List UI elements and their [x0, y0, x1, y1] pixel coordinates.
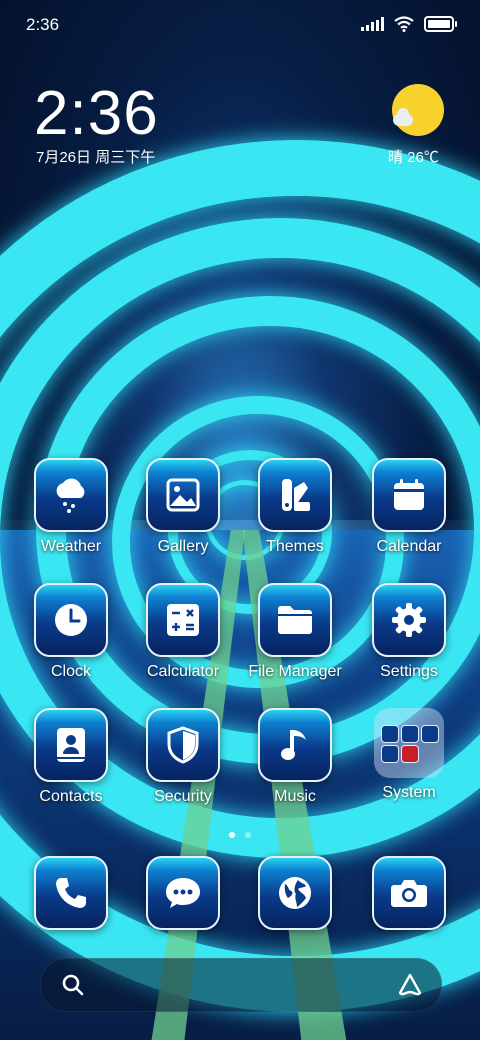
themes-brush-icon — [258, 458, 332, 532]
app-label: Themes — [266, 538, 324, 555]
gear-icon — [372, 583, 446, 657]
image-icon — [146, 458, 220, 532]
app-label: Clock — [50, 663, 91, 680]
dock-camera[interactable] — [354, 856, 464, 930]
folder-app-icon — [401, 725, 419, 743]
app-label: Contacts — [39, 788, 103, 805]
assistant-icon[interactable] — [397, 972, 423, 998]
search-icon[interactable] — [61, 973, 85, 997]
app-contacts[interactable]: Contacts — [16, 708, 126, 806]
folder-grid-icon — [374, 708, 444, 778]
dock-browser[interactable] — [240, 856, 350, 930]
app-label: System — [382, 784, 436, 801]
app-settings[interactable]: Settings — [354, 583, 464, 681]
app-label: Settings — [380, 663, 438, 680]
app-label: Music — [274, 788, 316, 805]
dock-messages[interactable] — [128, 856, 238, 930]
app-label: Calendar — [376, 538, 442, 555]
page-dot — [245, 832, 251, 838]
search-bar[interactable] — [40, 958, 442, 1012]
clock-icon — [34, 583, 108, 657]
folder-app-icon — [421, 725, 439, 743]
app-calendar[interactable]: Calendar — [354, 458, 464, 556]
page-indicator[interactable] — [0, 832, 480, 838]
calculator-icon — [146, 583, 220, 657]
phone-icon — [34, 856, 108, 930]
widget-clock[interactable]: 2:36 — [34, 78, 159, 149]
page-dot-active — [229, 832, 235, 838]
status-bar: 2:36 — [0, 0, 480, 50]
app-label: File Manager — [248, 663, 342, 680]
signal-icon — [361, 17, 384, 31]
dock-phone[interactable] — [16, 856, 126, 930]
shield-icon — [146, 708, 220, 782]
contacts-book-icon — [34, 708, 108, 782]
app-label: Gallery — [157, 538, 209, 555]
widget-weather: 晴 26℃ — [388, 149, 439, 166]
folder-app-icon — [381, 725, 399, 743]
cloud-rain-icon — [34, 458, 108, 532]
folder-icon — [258, 583, 332, 657]
chat-bubble-icon — [146, 856, 220, 930]
globe-icon — [258, 856, 332, 930]
app-label: Calculator — [146, 663, 220, 680]
music-note-icon — [258, 708, 332, 782]
folder-app-icon — [381, 745, 399, 763]
app-music[interactable]: Music — [240, 708, 350, 806]
app-clock[interactable]: Clock — [16, 583, 126, 681]
app-security[interactable]: Security — [128, 708, 238, 806]
app-gallery[interactable]: Gallery — [128, 458, 238, 556]
battery-icon — [424, 16, 457, 32]
status-time: 2:36 — [26, 15, 60, 34]
app-file-manager[interactable]: File Manager — [240, 583, 350, 681]
wifi-icon — [394, 16, 414, 32]
app-label: Weather — [40, 538, 102, 555]
cloud-icon — [393, 108, 413, 126]
app-label: Security — [154, 788, 212, 805]
app-system-folder[interactable]: System — [354, 708, 464, 802]
app-themes[interactable]: Themes — [240, 458, 350, 556]
status-icons — [361, 16, 457, 32]
app-weather[interactable]: Weather — [16, 458, 126, 556]
calendar-icon — [372, 458, 446, 532]
widget-date: 7月26日 周三下午 — [36, 149, 156, 166]
camera-icon — [372, 856, 446, 930]
folder-app-icon — [401, 745, 419, 763]
app-calculator[interactable]: Calculator — [128, 583, 238, 681]
